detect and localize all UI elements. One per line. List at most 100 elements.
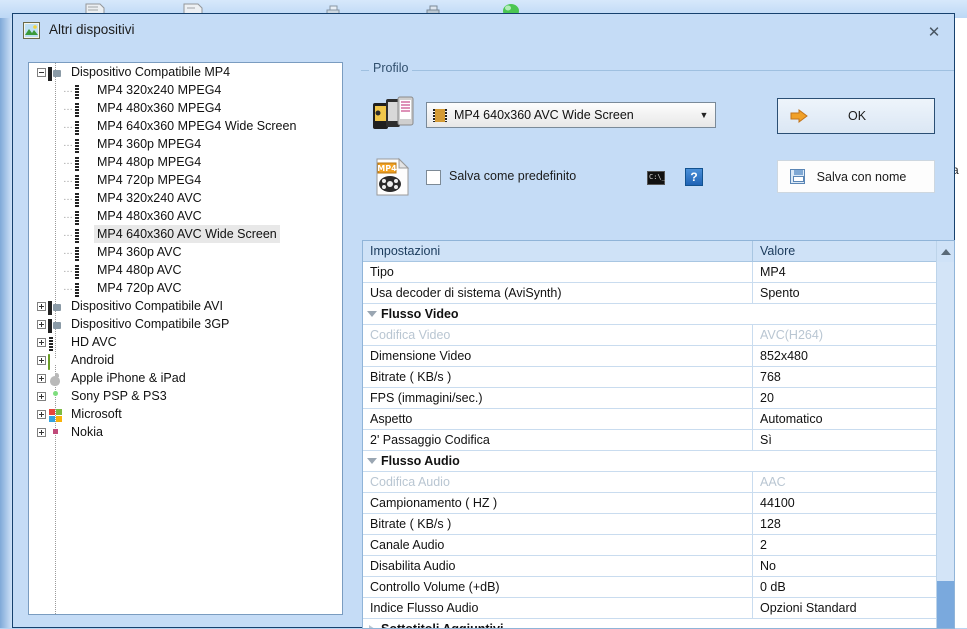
settings-row-name: Indice Flusso Audio: [363, 598, 753, 618]
column-header-value[interactable]: Valore: [753, 241, 954, 261]
settings-row-value[interactable]: Sì: [753, 430, 954, 450]
tree-item[interactable]: Sony PSP & PS3: [29, 387, 342, 405]
settings-row[interactable]: Aspetto Automatico: [363, 409, 954, 430]
settings-scrollbar[interactable]: [936, 241, 954, 628]
settings-row[interactable]: Dimensione Video 852x480: [363, 346, 954, 367]
tree-expander-plus-icon[interactable]: [35, 387, 48, 405]
settings-row-value[interactable]: 2: [753, 535, 954, 555]
film-orange-icon: [74, 191, 90, 207]
film-blue-icon: [74, 101, 90, 117]
android-icon: [48, 353, 64, 370]
tree-expander-plus-icon[interactable]: [35, 297, 48, 315]
settings-row[interactable]: Tipo MP4: [363, 262, 954, 283]
tree-item[interactable]: … MP4 640x360 AVC Wide Screen: [29, 225, 342, 243]
settings-row-value[interactable]: 20: [753, 388, 954, 408]
settings-group-row[interactable]: Flusso Audio: [363, 451, 954, 472]
film-orange-wide-icon: [74, 281, 90, 297]
tree-item-label: Android: [71, 353, 115, 367]
film-blue-icon: [74, 155, 90, 171]
tree-item[interactable]: Nokia: [29, 423, 342, 441]
group-toggle-collapsed-icon[interactable]: [363, 625, 381, 628]
tree-item[interactable]: Apple iPhone & iPad: [29, 369, 342, 387]
psp-icon: [48, 389, 64, 404]
tree-item[interactable]: … MP4 360p AVC: [29, 243, 342, 261]
tree-item[interactable]: Microsoft: [29, 405, 342, 423]
tree-expander-plus-icon[interactable]: [35, 351, 48, 369]
settings-row-value[interactable]: 128: [753, 514, 954, 534]
settings-row-name: Disabilita Audio: [363, 556, 753, 576]
device-tree[interactable]: Dispositivo Compatibile MP4 … MP4 320x240 …: [28, 62, 343, 615]
tree-item[interactable]: Android: [29, 351, 342, 370]
tree-item[interactable]: … MP4 720p MPEG4: [29, 171, 342, 189]
altri-dispositivi-dialog: Altri dispositivi ✕ Dispositivo Compatib…: [12, 13, 955, 629]
settings-row: Codifica Audio AAC: [363, 472, 954, 493]
tree-item[interactable]: … MP4 480x360 AVC: [29, 207, 342, 225]
group-toggle-expanded-icon[interactable]: [363, 311, 381, 317]
tree-item[interactable]: … MP4 360p MPEG4: [29, 135, 342, 153]
tree-item[interactable]: … MP4 640x360 MPEG4 Wide Screen: [29, 117, 342, 135]
scrollbar-thumb[interactable]: [937, 581, 954, 628]
tree-item[interactable]: Dispositivo Compatibile 3GP: [29, 315, 342, 333]
settings-row[interactable]: Controllo Volume (+dB) 0 dB: [363, 577, 954, 598]
settings-row[interactable]: Indice Flusso Audio Opzioni Standard: [363, 598, 954, 619]
save-as-button[interactable]: Salva con nome: [777, 160, 935, 193]
group-toggle-expanded-icon[interactable]: [363, 458, 381, 464]
settings-row-name: Canale Audio: [363, 535, 753, 555]
settings-row-name: Controllo Volume (+dB): [363, 577, 753, 597]
command-line-icon[interactable]: C:\_: [647, 171, 666, 185]
tree-item[interactable]: … MP4 480p AVC: [29, 261, 342, 279]
tree-expander-plus-icon[interactable]: [35, 333, 48, 351]
save-as-default-checkbox[interactable]: [426, 170, 441, 185]
profile-dropdown[interactable]: MP4 640x360 AVC Wide Screen ▼: [426, 102, 716, 128]
settings-row-value[interactable]: MP4: [753, 262, 954, 282]
help-icon[interactable]: ?: [685, 168, 703, 186]
tree-leaf-marker: …: [63, 84, 73, 95]
close-icon[interactable]: ✕: [922, 21, 946, 43]
command-line-icon-text: C:\_: [649, 173, 666, 181]
tree-item[interactable]: … MP4 720p AVC: [29, 279, 342, 297]
settings-row-value[interactable]: Spento: [753, 283, 954, 303]
settings-row[interactable]: Bitrate ( KB/s ) 768: [363, 367, 954, 388]
tree-item[interactable]: … MP4 320x240 MPEG4: [29, 81, 342, 99]
settings-row[interactable]: Bitrate ( KB/s ) 128: [363, 514, 954, 535]
tree-item-label: MP4 640x360 AVC Wide Screen: [94, 225, 280, 243]
tree-expander-minus-icon[interactable]: [35, 63, 48, 81]
settings-row-value[interactable]: 852x480: [753, 346, 954, 366]
tree-item[interactable]: … MP4 480p MPEG4: [29, 153, 342, 171]
settings-row[interactable]: FPS (immagini/sec.) 20: [363, 388, 954, 409]
settings-row[interactable]: Usa decoder di sistema (AviSynth) Spento: [363, 283, 954, 304]
settings-group-row[interactable]: Flusso Video: [363, 304, 954, 325]
settings-row-value[interactable]: 768: [753, 367, 954, 387]
tree-expander-plus-icon[interactable]: [35, 405, 48, 423]
tree-item-label: MP4 360p AVC: [97, 245, 182, 259]
settings-row[interactable]: Canale Audio 2: [363, 535, 954, 556]
settings-row[interactable]: Disabilita Audio No: [363, 556, 954, 577]
tree-item-label: Microsoft: [71, 407, 122, 421]
settings-row-name: Usa decoder di sistema (AviSynth): [363, 283, 753, 303]
settings-row-value[interactable]: No: [753, 556, 954, 576]
mp4-file-icon: MP4: [376, 157, 410, 196]
tree-item[interactable]: HD AVC: [29, 333, 342, 351]
settings-row-value[interactable]: Opzioni Standard: [753, 598, 954, 618]
tree-item-label: MP4 320x240 AVC: [97, 191, 202, 205]
tree-item[interactable]: … MP4 480x360 MPEG4: [29, 99, 342, 117]
tree-item-label: Apple iPhone & iPad: [71, 371, 186, 385]
column-header-setting[interactable]: Impostazioni: [363, 241, 753, 261]
ok-button[interactable]: OK: [777, 98, 935, 134]
tree-expander-plus-icon[interactable]: [35, 315, 48, 333]
tree-item[interactable]: … MP4 320x240 AVC: [29, 189, 342, 207]
tree-item[interactable]: Dispositivo Compatibile MP4: [29, 63, 342, 81]
tree-expander-plus-icon[interactable]: [35, 423, 48, 441]
settings-table[interactable]: Impostazioni Valore Tipo MP4 Usa decoder di …: [362, 240, 955, 629]
tree-expander-plus-icon[interactable]: [35, 369, 48, 387]
settings-row-value[interactable]: 44100: [753, 493, 954, 513]
settings-row[interactable]: 2' Passaggio Codifica Sì: [363, 430, 954, 451]
film-orange-icon: [74, 245, 90, 261]
settings-row-value[interactable]: Automatico: [753, 409, 954, 429]
scroll-up-arrow-icon[interactable]: [937, 241, 954, 262]
tree-item[interactable]: Dispositivo Compatibile AVI: [29, 297, 342, 315]
chevron-down-icon[interactable]: ▼: [693, 110, 715, 120]
tree-leaf-marker: …: [63, 264, 73, 275]
settings-row[interactable]: Campionamento ( HZ ) 44100: [363, 493, 954, 514]
settings-row-value[interactable]: 0 dB: [753, 577, 954, 597]
